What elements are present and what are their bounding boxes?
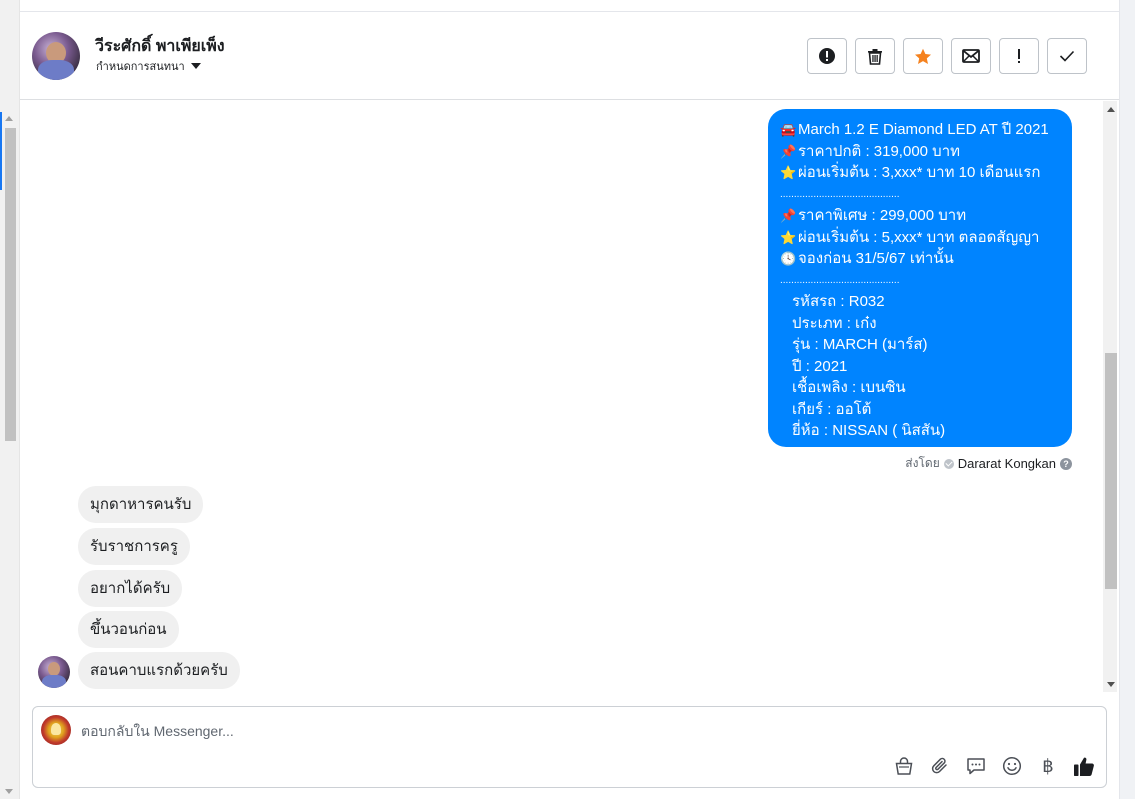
chat-bubble-icon <box>967 758 985 775</box>
scroll-down-arrow-icon[interactable] <box>5 789 13 794</box>
help-icon[interactable]: ? <box>1060 457 1072 470</box>
message-line: เชื้อเพลิง : เบนซิน <box>780 377 1060 399</box>
right-page-edge <box>1119 0 1135 799</box>
message-line-text: ยี่ห้อ : NISSAN ( นิสสัน) <box>792 422 946 439</box>
schedule-dropdown[interactable]: กำหนดการสนทนา <box>96 57 201 75</box>
message-line-text: รหัสรถ : R032 <box>792 293 885 310</box>
trash-icon <box>868 48 882 65</box>
mark-unread-button[interactable] <box>951 38 991 74</box>
conversation-header: วีระศักดิ์ พาเพียเพ็ง กำหนดการสนทนา <box>20 12 1119 100</box>
incoming-message-bubble[interactable]: มุกดาหารคนรับ <box>78 486 204 523</box>
message-line: เกียร์ : ออโต้ <box>780 399 1060 421</box>
baht-icon: ฿ <box>1042 755 1054 777</box>
verified-check-icon <box>943 458 954 469</box>
message-line-text: ราคาปกติ : 319,000 บาท <box>798 142 961 160</box>
caret-down-icon <box>190 63 201 69</box>
scroll-up-arrow-icon[interactable] <box>5 116 13 121</box>
emoji-icon: ⭐ <box>780 165 797 180</box>
scroll-up-arrow-icon[interactable] <box>1107 107 1115 112</box>
bag-icon <box>895 757 913 775</box>
message-line-text: March 1.2 E Diamond LED AT ปี 2021 <box>798 121 1049 138</box>
message-line-text: ประเภท : เก๋ง <box>792 314 877 332</box>
smiley-icon <box>1002 756 1022 776</box>
paperclip-icon <box>931 757 947 774</box>
separator-line: ........................................… <box>780 274 900 286</box>
contact-name[interactable]: วีระศักดิ์ พาเพียเพ็ง <box>95 34 225 59</box>
message-line: ปี : 2021 <box>780 356 1060 378</box>
thread-scrollbar-thumb[interactable] <box>1105 353 1117 589</box>
star-button[interactable] <box>903 38 943 74</box>
message-line: รหัสรถ : R032 <box>780 291 1060 313</box>
exclamation-icon <box>1018 49 1020 63</box>
payment-button[interactable]: ฿ <box>1036 754 1060 778</box>
message-line: ⭐ ผ่อนเริ่มต้น : 3,xxx* บาท 10 เดือนแรก <box>780 162 1060 184</box>
page-avatar <box>41 715 71 745</box>
message-line-text: ราคาพิเศษ : 299,000 บาท <box>798 207 967 224</box>
message-line: 🕓 จองก่อน 31/5/67 เท่านั้น <box>780 248 1060 270</box>
message-line-text: ผ่อนเริ่มต้น : 5,xxx* บาท ตลอดสัญญา <box>798 228 1040 246</box>
thumbs-up-icon <box>1074 757 1094 776</box>
reply-input[interactable] <box>81 721 781 741</box>
sent-by-line: ส่งโดย Dararat Kongkan ? <box>905 454 1072 473</box>
message-line: ประเภท : เก๋ง <box>780 313 1060 335</box>
message-line-text: เกียร์ : ออโต้ <box>792 400 872 418</box>
message-line-text: จองก่อน 31/5/67 เท่านั้น <box>798 250 954 267</box>
report-spam-button[interactable] <box>807 38 847 74</box>
alert-circle-icon <box>819 48 835 64</box>
message-line: รุ่น : MARCH (มาร์ส) <box>780 334 1060 356</box>
attach-button[interactable] <box>928 754 952 778</box>
sent-by-prefix: ส่งโดย <box>905 456 940 470</box>
bag-button[interactable] <box>892 754 916 778</box>
scroll-down-arrow-icon[interactable] <box>1107 682 1115 687</box>
incoming-message-bubble[interactable]: อยากได้ครับ <box>78 570 183 607</box>
message-line: 📌 ราคาปกติ : 319,000 บาท <box>780 141 1060 163</box>
message-line: 🚘 March 1.2 E Diamond LED AT ปี 2021 <box>780 119 1060 141</box>
incoming-message-bubble[interactable]: สอนคาบแรกด้วยครับ <box>78 652 240 689</box>
emoji-icon: 🕓 <box>780 251 797 266</box>
thread-scrollbar[interactable] <box>1103 101 1117 692</box>
message-line: 📌 ราคาพิเศษ : 299,000 บาท <box>780 205 1060 227</box>
left-scrollbar[interactable] <box>0 0 20 799</box>
incoming-message-bubble[interactable]: ขึ้นวอนก่อน <box>78 611 179 648</box>
messenger-inbox-window: วีระศักดิ์ พาเพียเพ็ง กำหนดการสนทนา 🚘 Mar… <box>0 0 1135 799</box>
selection-indicator <box>0 112 2 190</box>
message-line: ⭐ ผ่อนเริ่มต้น : 5,xxx* บาท ตลอดสัญญา <box>780 227 1060 249</box>
schedule-label: กำหนดการสนทนา <box>96 61 185 73</box>
message-line-text: เชื้อเพลิง : เบนซิน <box>792 379 906 396</box>
contact-avatar[interactable] <box>32 32 80 80</box>
message-line: ยี่ห้อ : NISSAN ( นิสสัน) <box>780 420 1060 442</box>
done-button[interactable] <box>1047 38 1087 74</box>
check-icon <box>1059 50 1075 62</box>
separator-line: ........................................… <box>780 188 900 200</box>
contact-avatar-small[interactable] <box>38 656 70 688</box>
emoji-icon: 📌 <box>780 143 797 159</box>
reply-composer: ฿ <box>32 706 1107 788</box>
message-line-text: ผ่อนเริ่มต้น : 3,xxx* บาท 10 เดือนแรก <box>798 164 1041 181</box>
important-button[interactable] <box>999 38 1039 74</box>
message-line-text: รุ่น : MARCH (มาร์ส) <box>792 336 928 353</box>
envelope-icon <box>962 49 980 63</box>
sender-name: Dararat Kongkan <box>957 456 1056 471</box>
emoji-icon: 🚘 <box>780 122 797 137</box>
left-scrollbar-thumb[interactable] <box>5 128 16 441</box>
message-thread[interactable]: 🚘 March 1.2 E Diamond LED AT ปี 2021 📌 ราคา… <box>20 101 1117 692</box>
saved-replies-button[interactable] <box>964 754 988 778</box>
star-icon <box>915 48 931 64</box>
emoji-icon: ⭐ <box>780 229 797 245</box>
delete-button[interactable] <box>855 38 895 74</box>
like-button[interactable] <box>1072 754 1096 778</box>
incoming-message-bubble[interactable]: รับราชการครู <box>78 528 190 565</box>
message-line-text: ปี : 2021 <box>792 357 848 375</box>
emoji-button[interactable] <box>1000 754 1024 778</box>
outgoing-message-bubble[interactable]: 🚘 March 1.2 E Diamond LED AT ปี 2021 📌 ราคา… <box>768 109 1072 447</box>
emoji-icon: 📌 <box>780 208 797 223</box>
